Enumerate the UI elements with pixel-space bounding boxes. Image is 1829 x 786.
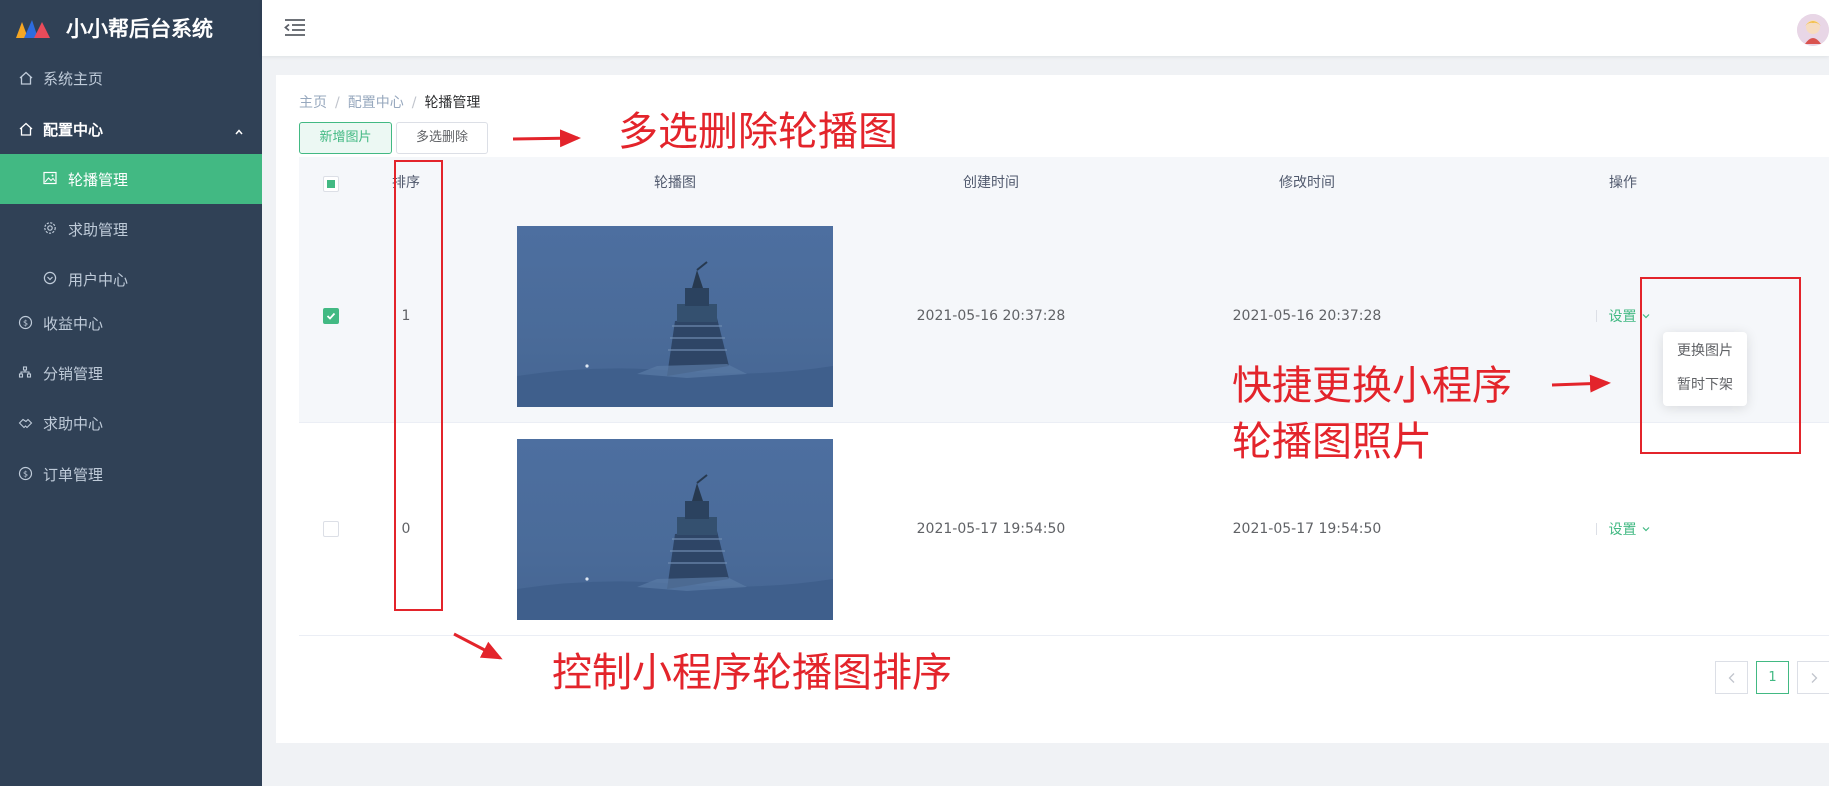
annotation-box-sort-column — [394, 160, 443, 611]
created-time: 2021-05-16 20:37:28 — [916, 308, 1066, 324]
lighthouse-image — [517, 473, 833, 620]
select-all-checkbox[interactable] — [323, 175, 339, 192]
sidebar-item-label: 收益中心 — [43, 314, 104, 333]
home-icon — [18, 121, 34, 137]
sidebar-item-label: 求助中心 — [43, 414, 104, 433]
sidebar-item-help-center[interactable]: 求助中心 — [0, 398, 262, 448]
sidebar-item-home[interactable]: 系统主页 — [0, 53, 262, 103]
sidebar-item-help-management[interactable]: 求助管理 — [0, 204, 262, 254]
sidebar-item-revenue-center[interactable]: $ 收益中心 — [0, 298, 262, 348]
sidebar-item-label: 求助管理 — [68, 220, 129, 239]
chevron-down-icon — [1642, 527, 1649, 532]
breadcrumb-current: 轮播管理 — [424, 95, 481, 111]
breadcrumb-separator: / — [335, 95, 340, 111]
handshake-icon — [18, 415, 34, 431]
add-image-button[interactable]: 新增图片 — [299, 122, 392, 154]
sidebar-item-carousel[interactable]: 轮播管理 — [0, 154, 262, 204]
logo[interactable]: 小小帮后台系统 — [0, 0, 262, 56]
avatar[interactable] — [1797, 14, 1829, 46]
sidebar-item-label: 轮播管理 — [68, 170, 129, 189]
coin-icon: $ — [18, 466, 34, 482]
annotation-sort: 控制小程序轮播图排序 — [552, 650, 952, 696]
header-actions: 操作 — [1609, 175, 1637, 191]
sidebar-item-label: 配置中心 — [43, 120, 104, 139]
pagination-page-current[interactable]: 1 — [1756, 661, 1789, 694]
svg-text:$: $ — [23, 470, 28, 479]
table-header: 排序 轮播图 创建时间 修改时间 操作 — [299, 157, 1829, 211]
header-created: 创建时间 — [963, 175, 1019, 191]
carousel-thumbnail[interactable] — [517, 225, 833, 407]
sidebar-item-label: 系统主页 — [43, 69, 104, 88]
gear-icon — [43, 221, 59, 237]
top-navbar — [262, 0, 1829, 56]
circle-check-icon — [43, 271, 59, 287]
coin-icon: $ — [18, 315, 34, 331]
carousel-image-cell — [517, 210, 833, 422]
settings-label: 设置 — [1608, 522, 1637, 538]
sidebar-item-config-center[interactable]: 配置中心 — [0, 104, 262, 154]
sidebar-item-label: 订单管理 — [43, 465, 104, 484]
sidebar-item-distribution[interactable]: 分销管理 — [0, 348, 262, 398]
checkmark-icon — [326, 312, 336, 320]
chevron-right-icon — [1811, 672, 1817, 683]
sidebar-item-orders[interactable]: $ 订单管理 — [0, 449, 262, 499]
breadcrumb-config-center[interactable]: 配置中心 — [348, 95, 404, 111]
table-row: 0 2021-05-17 19:54:50 2021-05-17 19:54:5… — [299, 423, 1829, 636]
annotation-replace-line1: 快捷更换小程序 — [1232, 363, 1512, 409]
table-row: 1 2021-05-16 20:37:28 2021-05-16 20:37:2… — [299, 210, 1829, 423]
annotation-box-actions — [1640, 277, 1801, 454]
row-checkbox[interactable] — [323, 308, 339, 324]
sidebar-item-label: 用户中心 — [68, 270, 129, 289]
select-all-cell — [299, 157, 363, 210]
chevron-up-icon — [234, 123, 244, 141]
logo-icon — [16, 20, 50, 38]
carousel-image-cell — [517, 423, 833, 635]
actions-cell: 设置 — [1465, 423, 1781, 635]
header-modified: 修改时间 — [1279, 175, 1335, 191]
sidebar-item-user-center[interactable]: 用户中心 — [0, 254, 262, 304]
carousel-thumbnail[interactable] — [517, 438, 833, 620]
breadcrumb-separator: / — [411, 95, 417, 111]
hamburger-menu-icon[interactable] — [284, 17, 306, 41]
batch-delete-button[interactable]: 多选删除 — [396, 122, 488, 154]
annotation-batch-delete: 多选删除轮播图 — [618, 109, 898, 155]
lighthouse-image — [517, 260, 833, 407]
picture-icon — [43, 171, 59, 187]
pagination-next-button[interactable] — [1797, 661, 1829, 694]
sidebar-item-label: 分销管理 — [43, 364, 104, 383]
row-checkbox[interactable] — [323, 521, 339, 537]
pagination-prev-button[interactable] — [1715, 661, 1748, 694]
app-title: 小小帮后台系统 — [66, 17, 213, 41]
annotation-replace-line2: 轮播图照片 — [1232, 419, 1432, 465]
row-checkbox-cell — [299, 210, 363, 422]
home-icon — [18, 70, 34, 86]
breadcrumb: 主页 / 配置中心 / 轮播管理 — [299, 92, 480, 112]
org-chart-icon — [18, 365, 34, 381]
header-image: 轮播图 — [654, 175, 696, 191]
row-checkbox-cell — [299, 423, 363, 635]
settings-label: 设置 — [1608, 309, 1637, 325]
svg-text:$: $ — [23, 319, 28, 328]
breadcrumb-home[interactable]: 主页 — [299, 95, 327, 111]
sidebar: 小小帮后台系统 系统主页 配置中心 轮播管理 求助管理 用户中心 $ 收益中心 … — [0, 0, 262, 786]
created-time: 2021-05-17 19:54:50 — [916, 521, 1066, 537]
chevron-left-icon — [1728, 672, 1734, 683]
settings-dropdown-trigger[interactable]: 设置 — [1596, 519, 1651, 539]
